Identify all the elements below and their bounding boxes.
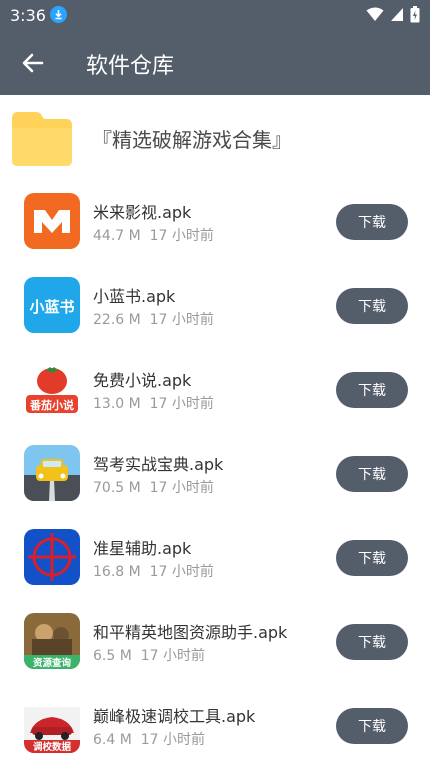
app-time: 17 小时前 (149, 312, 214, 328)
tomato-novel-logo-text: 番茄小说 (29, 398, 74, 412)
app-size: 16.8 M (93, 564, 141, 580)
app-name: 巅峰极速调校工具.apk (93, 707, 256, 726)
xiaolanshu-logo-icon: 小蓝书 (24, 277, 80, 333)
app-name: 准星辅助.apk (93, 539, 192, 558)
app-meta: 16.8 M 17 小时前 (93, 561, 214, 581)
signal-icon (391, 8, 403, 21)
download-button[interactable]: 下载 (336, 372, 408, 408)
folder-icon (12, 112, 72, 166)
download-notification-icon (50, 6, 67, 23)
app-time: 17 小时前 (149, 228, 214, 244)
list-item[interactable]: 小蓝书 小蓝书.apk 22.6 M 17 小时前 下载 (0, 264, 430, 348)
status-time: 3:36 (10, 6, 46, 25)
download-button[interactable]: 下载 (336, 204, 408, 240)
app-size: 6.4 M (93, 732, 132, 748)
racing-tune-logo-text: 调校数据 (33, 741, 72, 753)
racing-tune-logo-icon: 调校数据 (24, 697, 80, 753)
driving-test-logo-icon (24, 445, 80, 501)
list-item[interactable]: 驾考实战宝典.apk 70.5 M 17 小时前 下载 (0, 432, 430, 516)
app-time: 17 小时前 (140, 732, 205, 748)
app-name: 米来影视.apk (93, 203, 192, 222)
download-button[interactable]: 下载 (336, 540, 408, 576)
app-meta: 44.7 M 17 小时前 (93, 225, 214, 245)
status-bar: 3:36 (0, 0, 430, 30)
app-meta: 22.6 M 17 小时前 (93, 309, 214, 329)
app-name: 免费小说.apk (93, 371, 192, 390)
app-meta: 70.5 M 17 小时前 (93, 477, 214, 497)
download-button[interactable]: 下载 (336, 708, 408, 744)
app-size: 6.5 M (93, 648, 132, 664)
folder-row[interactable]: 『精选破解游戏合集』 (0, 100, 430, 176)
pubg-resource-logo-icon: 资源查询 (24, 613, 80, 669)
app-name: 小蓝书.apk (93, 287, 176, 306)
battery-icon (410, 6, 420, 23)
app-time: 17 小时前 (149, 564, 214, 580)
list-item[interactable]: 番茄小说 免费小说.apk 13.0 M 17 小时前 下载 (0, 348, 430, 432)
back-arrow-icon[interactable] (20, 50, 46, 76)
app-meta: 13.0 M 17 小时前 (93, 393, 214, 413)
wifi-icon (366, 7, 384, 21)
download-button[interactable]: 下载 (336, 456, 408, 492)
app-size: 44.7 M (93, 228, 141, 244)
mlys-logo-icon (24, 193, 80, 249)
page-title: 软件仓库 (86, 54, 175, 79)
pubg-resource-logo-text: 资源查询 (33, 657, 72, 669)
app-time: 17 小时前 (140, 648, 205, 664)
app-list: 米来影视.apk 44.7 M 17 小时前 下载 小蓝书 小蓝书.apk 22… (0, 180, 430, 764)
app-size: 13.0 M (93, 396, 141, 412)
list-item[interactable]: 资源查询 和平精英地图资源助手.apk 6.5 M 17 小时前 下载 (0, 600, 430, 684)
tomato-novel-logo-icon: 番茄小说 (24, 361, 80, 417)
app-bar: 软件仓库 (0, 30, 430, 95)
app-meta: 6.5 M 17 小时前 (93, 645, 205, 665)
download-button[interactable]: 下载 (336, 288, 408, 324)
app-name: 驾考实战宝典.apk (93, 455, 224, 474)
list-item[interactable]: 米来影视.apk 44.7 M 17 小时前 下载 (0, 180, 430, 264)
system-icons (366, 6, 420, 23)
app-time: 17 小时前 (149, 480, 214, 496)
app-meta: 6.4 M 17 小时前 (93, 729, 205, 749)
xiaolanshu-logo-text: 小蓝书 (29, 298, 74, 316)
app-name: 和平精英地图资源助手.apk (93, 623, 288, 642)
folder-name: 『精选破解游戏合集』 (92, 128, 292, 152)
app-size: 70.5 M (93, 480, 141, 496)
list-item[interactable]: 准星辅助.apk 16.8 M 17 小时前 下载 (0, 516, 430, 600)
download-button[interactable]: 下载 (336, 624, 408, 660)
app-time: 17 小时前 (149, 396, 214, 412)
list-item[interactable]: 调校数据 巅峰极速调校工具.apk 6.4 M 17 小时前 下载 (0, 684, 430, 764)
crosshair-logo-icon (24, 529, 80, 585)
app-size: 22.6 M (93, 312, 141, 328)
